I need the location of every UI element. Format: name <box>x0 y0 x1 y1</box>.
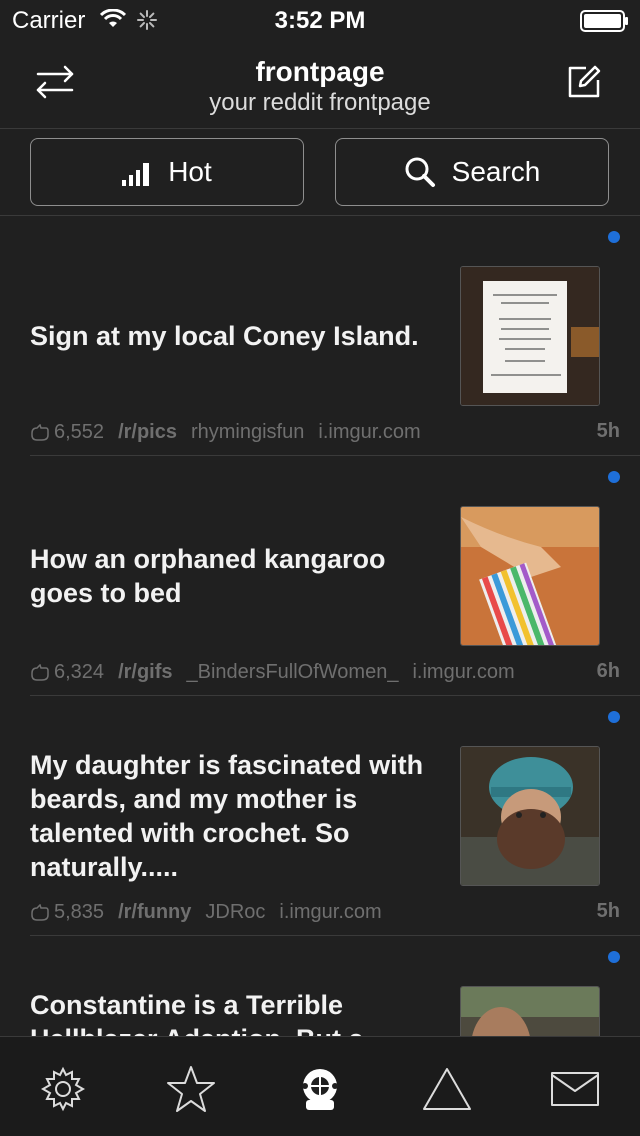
post-thumbnail[interactable] <box>460 746 600 886</box>
post-title[interactable]: Constantine is a Terrible Hellblazer Ada… <box>30 988 442 1036</box>
post-score: 6,324 <box>54 661 105 683</box>
nav-title-group: frontpage your reddit frontpage <box>120 56 520 118</box>
page-subtitle: your reddit frontpage <box>209 89 431 116</box>
search-button[interactable]: Search <box>335 138 609 206</box>
hot-label: Hot <box>168 156 212 187</box>
post-meta: 5,835 /r/funny JDRoc i.imgur.com <box>30 901 382 924</box>
app-screen: Carrier 3:52 PM frontpage your reddit fr… <box>0 0 640 1136</box>
post-domain: i.imgur.com <box>318 421 421 443</box>
post-meta: 6,324 /r/gifs _BindersFullOfWomen_ i.img… <box>30 661 515 684</box>
post-subreddit[interactable]: /r/pics <box>118 421 177 444</box>
swap-arrows-icon[interactable] <box>30 62 80 102</box>
post-title[interactable]: How an orphaned kangaroo goes to bed <box>30 542 442 610</box>
post-score: 6,552 <box>54 421 105 443</box>
star-icon[interactable] <box>166 1064 216 1114</box>
tab-bar <box>0 1036 640 1136</box>
search-label: Search <box>451 156 541 187</box>
post-thumbnail[interactable] <box>460 506 600 646</box>
hot-sort-button[interactable]: Hot <box>30 138 304 206</box>
unread-indicator <box>608 471 620 483</box>
search-icon <box>405 157 435 187</box>
post-row[interactable]: Sign at my local Coney Island. 6,552 /r/… <box>0 216 640 456</box>
post-row[interactable]: My daughter is fascinated with beards, a… <box>0 696 640 936</box>
post-title[interactable]: My daughter is fascinated with beards, a… <box>30 748 442 884</box>
unread-indicator <box>608 231 620 243</box>
post-age: 5h <box>596 420 620 442</box>
post-list[interactable]: Sign at my local Coney Island. 6,552 /r/… <box>0 216 640 1036</box>
post-thumbnail[interactable] <box>460 986 600 1036</box>
post-domain: i.imgur.com <box>412 661 515 683</box>
status-time: 3:52 PM <box>274 7 366 34</box>
post-age: 5h <box>596 900 620 922</box>
post-thumbnail[interactable] <box>460 266 600 406</box>
upvote-hand-icon <box>31 903 49 921</box>
post-author[interactable]: rhymingisfun <box>191 421 304 444</box>
settings-gear-icon[interactable] <box>38 1064 88 1114</box>
post-author[interactable]: JDRoc <box>205 901 265 924</box>
post-row[interactable]: Constantine is a Terrible Hellblazer Ada… <box>0 936 640 1036</box>
battery-icon <box>580 10 630 37</box>
diver-helmet-icon[interactable] <box>295 1064 345 1114</box>
compose-icon[interactable] <box>564 62 604 102</box>
unread-indicator <box>608 951 620 963</box>
status-bar: Carrier 3:52 PM <box>0 0 640 40</box>
filter-bar: Hot Search <box>0 130 640 216</box>
post-age: 6h <box>596 660 620 682</box>
page-title: frontpage <box>255 56 385 87</box>
post-subreddit[interactable]: /r/gifs <box>118 661 172 684</box>
post-score: 5,835 <box>54 901 105 923</box>
post-meta: 6,552 /r/pics rhymingisfun i.imgur.com <box>30 421 421 444</box>
signal-bars-icon <box>122 163 150 186</box>
post-title[interactable]: Sign at my local Coney Island. <box>30 319 419 353</box>
post-author[interactable]: _BindersFullOfWomen_ <box>187 661 399 684</box>
post-subreddit[interactable]: /r/funny <box>118 901 191 924</box>
navigation-bar: frontpage your reddit frontpage <box>0 40 640 129</box>
post-row[interactable]: How an orphaned kangaroo goes to bed 6,3… <box>0 456 640 696</box>
upvote-hand-icon <box>31 663 49 681</box>
unread-indicator <box>608 711 620 723</box>
triangle-icon[interactable] <box>422 1064 472 1114</box>
post-domain: i.imgur.com <box>279 901 382 923</box>
mail-icon[interactable] <box>550 1064 600 1114</box>
upvote-hand-icon <box>31 423 49 441</box>
